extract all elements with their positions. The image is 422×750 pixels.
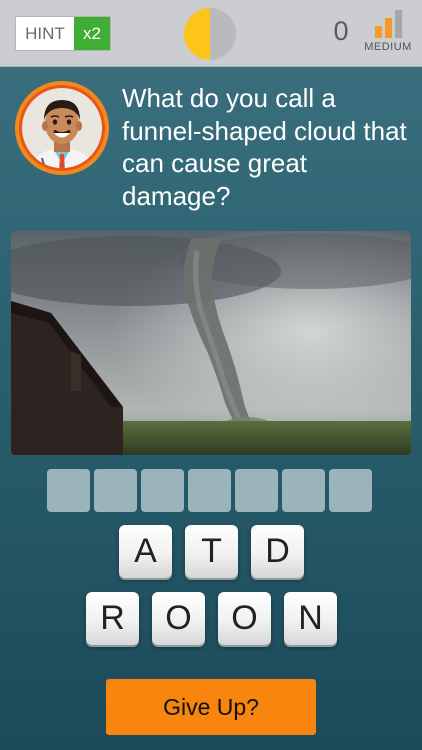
difficulty-bars-icon (360, 10, 416, 38)
timer-icon (184, 8, 236, 60)
answer-slot[interactable] (329, 469, 372, 512)
letter-tile[interactable]: N (284, 592, 337, 645)
doctor-avatar (15, 81, 109, 175)
hint-label: HINT (25, 24, 65, 43)
letter-tile[interactable]: A (119, 525, 172, 578)
letter-row-top: A T D (119, 525, 304, 578)
letter-tile[interactable]: R (86, 592, 139, 645)
question-text: What do you call a funnel-shaped cloud t… (122, 83, 407, 211)
hint-button[interactable]: HINT x2 (15, 16, 111, 51)
give-up-button[interactable]: Give Up? (106, 679, 316, 735)
letter-row-bottom: R O O N (86, 592, 337, 645)
letter-tile[interactable]: O (152, 592, 205, 645)
difficulty-bar (384, 18, 392, 38)
letter-tile[interactable]: O (218, 592, 271, 645)
answer-slot[interactable] (141, 469, 184, 512)
answer-slot[interactable] (282, 469, 325, 512)
score-value: 0 (333, 16, 349, 46)
difficulty-bar (394, 10, 402, 38)
answer-slot[interactable] (188, 469, 231, 512)
difficulty-label: MEDIUM (364, 41, 412, 53)
tornado-photo (11, 231, 411, 455)
letter-tile[interactable]: T (185, 525, 238, 578)
letter-tile[interactable]: D (251, 525, 304, 578)
timer-fill (184, 8, 210, 60)
difficulty-bar (374, 26, 382, 38)
answer-slot[interactable] (235, 469, 278, 512)
top-bar: HINT x2 0 MEDIUM (0, 0, 422, 67)
difficulty-indicator: MEDIUM (360, 10, 416, 53)
hint-count-badge: x2 (74, 17, 110, 50)
answer-slot[interactable] (47, 469, 90, 512)
answer-slots (47, 469, 372, 512)
answer-slot[interactable] (94, 469, 137, 512)
